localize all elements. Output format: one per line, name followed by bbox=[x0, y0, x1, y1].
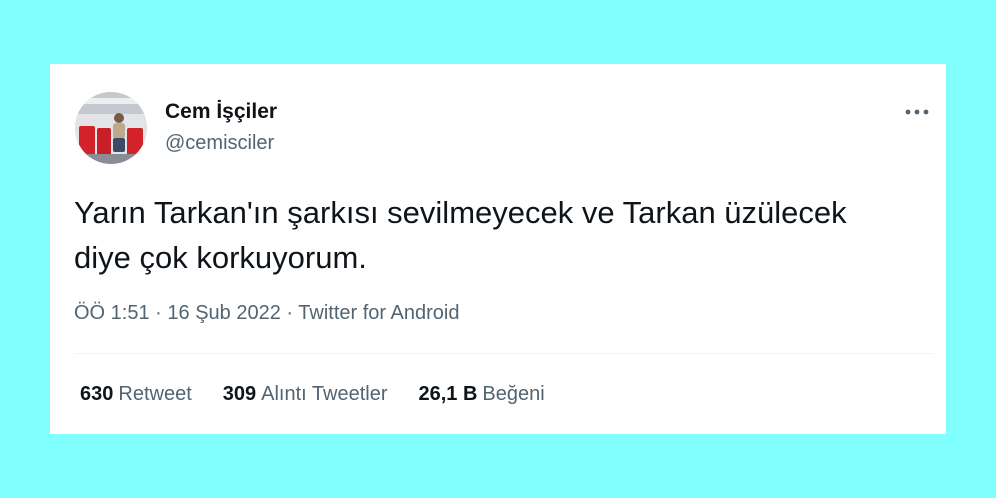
author-display-name[interactable]: Cem İşçiler bbox=[165, 100, 277, 124]
tweet-text-line: diye çok korkuyorum. bbox=[74, 240, 367, 275]
tweet-card: Cem İşçiler @cemisciler Yarın Tarkan'ın … bbox=[50, 64, 946, 434]
retweet-count: 630 bbox=[80, 383, 114, 405]
profile-photo-icon bbox=[75, 92, 147, 164]
author-handle[interactable]: @cemisciler bbox=[165, 132, 274, 155]
quote-tweets-count: 309 bbox=[222, 383, 257, 405]
tweet-source[interactable]: Twitter for Android bbox=[298, 302, 459, 324]
likes-stat[interactable]: 26,1 B Beğeni bbox=[418, 383, 544, 406]
tweet-time[interactable]: ÖÖ 1:51 bbox=[74, 302, 150, 324]
tweet-date[interactable]: 16 Şub 2022 bbox=[167, 302, 280, 324]
likes-count: 26,1 B bbox=[418, 383, 478, 405]
meta-separator: · bbox=[155, 302, 162, 324]
tweet-text-line: Yarın Tarkan'ın şarkısı sevilmeyecek ve … bbox=[74, 195, 847, 230]
retweet-stat[interactable]: 630 Retweet bbox=[80, 383, 192, 406]
meta-separator: · bbox=[286, 302, 294, 324]
divider bbox=[74, 353, 934, 354]
author-avatar[interactable] bbox=[75, 92, 147, 164]
tweet-meta: ÖÖ 1:51 · 16 Şub 2022 · Twitter for Andr… bbox=[74, 302, 459, 325]
more-options-icon[interactable] bbox=[902, 100, 932, 124]
tweet-text: Yarın Tarkan'ın şarkısı sevilmeyecek ve … bbox=[74, 190, 934, 280]
tweet-stats: 630 Retweet 309 Alıntı Tweetler 26,1 B B… bbox=[80, 383, 576, 406]
likes-label: Beğeni bbox=[482, 383, 545, 405]
retweet-label: Retweet bbox=[118, 383, 192, 405]
quote-tweets-stat[interactable]: 309 Alıntı Tweetler bbox=[223, 383, 388, 406]
quote-tweets-label: Alıntı Tweetler bbox=[261, 383, 388, 405]
